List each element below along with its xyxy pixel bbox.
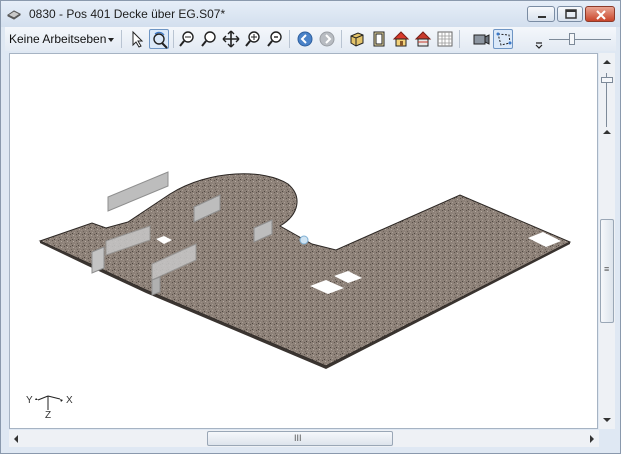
zoom-in-button[interactable] — [177, 29, 197, 49]
zoom-slider-thumb[interactable] — [569, 33, 575, 45]
vertical-scrollbar[interactable]: ≡ — [599, 53, 615, 429]
select-arrow-icon — [132, 30, 144, 48]
camera-icon — [473, 34, 490, 45]
scroll-right-icon[interactable] — [589, 435, 595, 443]
zoom-icon — [201, 31, 216, 47]
scroll-down-icon[interactable] — [603, 417, 611, 423]
layer-dropdown[interactable]: Keine Arbeitseben — [9, 29, 115, 49]
grid-icon — [437, 31, 453, 47]
axis-label-y: Y — [26, 395, 33, 406]
house-section-button[interactable] — [413, 29, 433, 49]
app-window: 0830 - Pos 401 Decke über EG.S07* Keine … — [0, 0, 621, 454]
pan-button[interactable] — [221, 29, 241, 49]
toolbar-separator — [173, 30, 174, 48]
scroll-left-icon[interactable] — [13, 435, 19, 443]
chevron-down-icon — [108, 37, 115, 42]
lasso-button[interactable] — [493, 29, 513, 49]
zoom-window-icon — [245, 31, 260, 47]
lasso-icon — [496, 32, 512, 46]
toolbar-separator — [121, 30, 122, 48]
axis-icon — [35, 395, 63, 410]
wall — [151, 276, 161, 296]
back-icon — [297, 31, 313, 47]
house-icon — [392, 31, 410, 47]
minimize-button[interactable] — [527, 6, 555, 22]
app-icon — [7, 10, 21, 20]
layer-dropdown-label: Keine Arbeitseben — [9, 32, 107, 46]
zoom-in-icon — [179, 31, 194, 47]
scroll-up-icon[interactable] — [603, 129, 611, 135]
window-title: 0830 - Pos 401 Decke über EG.S07* — [29, 7, 226, 21]
rotate-view-button[interactable] — [149, 29, 169, 49]
zoom-out-button[interactable] — [265, 29, 285, 49]
model-view — [38, 171, 572, 369]
wall — [91, 246, 105, 274]
door-button[interactable] — [369, 29, 389, 49]
close-button[interactable] — [585, 6, 615, 22]
forward-button[interactable] — [317, 29, 337, 49]
pivot-marker — [299, 235, 309, 245]
grid-button[interactable] — [435, 29, 455, 49]
3d-viewport[interactable]: Y X Z — [9, 53, 598, 429]
toolbar: Keine Arbeitseben — [5, 27, 616, 51]
title-bar[interactable]: 0830 - Pos 401 Decke über EG.S07* — [1, 1, 620, 27]
select-arrow-button[interactable] — [127, 29, 147, 49]
back-button[interactable] — [295, 29, 315, 49]
house-button[interactable] — [391, 29, 411, 49]
maximize-button[interactable] — [557, 6, 583, 22]
3d-box-icon — [350, 32, 364, 47]
vertical-zoom-thumb[interactable] — [601, 77, 613, 83]
forward-icon — [319, 31, 335, 47]
zoom-out-icon — [267, 31, 282, 47]
vertical-grip: ≡ — [604, 264, 610, 274]
zoom-slider-track[interactable] — [549, 39, 611, 40]
toolbar-separator — [289, 30, 290, 48]
vertical-scroll-thumb[interactable]: ≡ — [600, 219, 614, 323]
toolbar-overflow-chevron-icon[interactable] — [535, 41, 543, 49]
axis-indicator: Y X Z — [26, 390, 86, 426]
horizontal-scroll-thumb[interactable]: III — [207, 431, 393, 446]
horizontal-grip: III — [294, 433, 302, 443]
house-section-icon — [414, 31, 432, 47]
scroll-up-icon[interactable] — [603, 59, 611, 65]
horizontal-scrollbar[interactable]: III — [9, 430, 599, 447]
door-icon — [373, 31, 385, 47]
camera-button[interactable] — [471, 29, 491, 49]
toolbar-separator — [341, 30, 342, 48]
axis-label-x: X — [66, 395, 73, 406]
zoom-button[interactable] — [199, 29, 219, 49]
vertical-zoom-slider[interactable] — [601, 73, 613, 127]
rotate-view-icon — [153, 31, 168, 49]
zoom-window-button[interactable] — [243, 29, 263, 49]
toolbar-separator — [459, 30, 460, 48]
axis-label-z: Z — [45, 410, 52, 421]
3d-box-button[interactable] — [347, 29, 367, 49]
pan-icon — [222, 30, 240, 48]
